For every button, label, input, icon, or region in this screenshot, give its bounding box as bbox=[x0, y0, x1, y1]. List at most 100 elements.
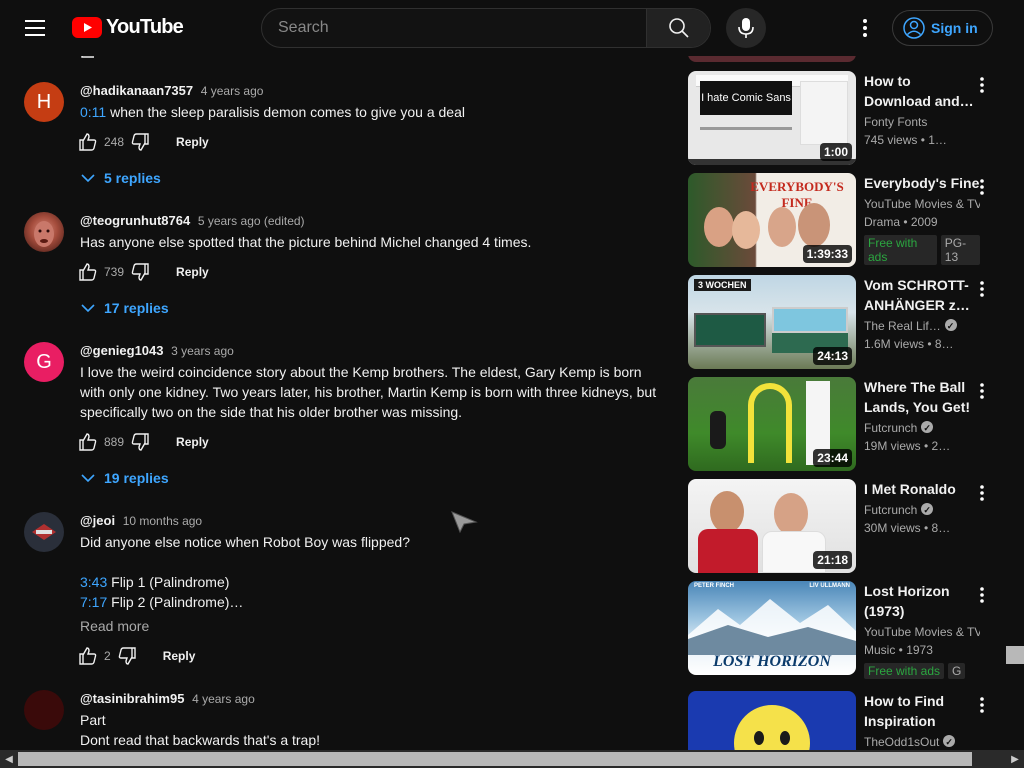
comment-author[interactable]: @tasinibrahim95 bbox=[80, 691, 184, 706]
avatar[interactable]: H bbox=[24, 82, 64, 122]
channel-name[interactable]: Futcrunch bbox=[864, 501, 980, 519]
comment-author[interactable]: @teogrunhut8764 bbox=[80, 213, 190, 228]
dislike-button[interactable] bbox=[124, 126, 156, 158]
video-action-menu[interactable] bbox=[970, 277, 994, 301]
video-card[interactable]: How to Find Inspiration TheOdd1sOut bbox=[688, 691, 1004, 750]
comment-text: Has anyone else spotted that the picture… bbox=[80, 234, 532, 250]
reply-button[interactable]: Reply bbox=[168, 257, 217, 287]
video-thumbnail[interactable]: 21:18 bbox=[688, 479, 856, 573]
settings-more-button[interactable] bbox=[845, 8, 885, 48]
clipped-action-row bbox=[80, 56, 100, 60]
video-action-menu[interactable] bbox=[970, 693, 994, 717]
comment-time[interactable]: 10 months ago bbox=[123, 514, 202, 528]
video-card[interactable]: 23:44 Where The Ball Lands, You Get! Fut… bbox=[688, 377, 1004, 471]
avatar[interactable] bbox=[24, 512, 64, 552]
like-button[interactable] bbox=[72, 256, 104, 288]
video-meta: 19M views • 2… bbox=[864, 439, 951, 453]
video-duration: 1:39:33 bbox=[802, 245, 852, 263]
voice-search-button[interactable] bbox=[726, 8, 766, 48]
video-thumbnail[interactable]: 23:44 bbox=[688, 377, 856, 471]
video-action-menu[interactable] bbox=[970, 583, 994, 607]
video-title[interactable]: How to Find Inspiration bbox=[864, 691, 980, 731]
search-box bbox=[261, 8, 711, 48]
video-thumbnail[interactable] bbox=[688, 56, 856, 62]
channel-name[interactable]: YouTube Movies & TV bbox=[864, 623, 980, 641]
like-button[interactable] bbox=[72, 126, 104, 158]
dislike-button[interactable] bbox=[124, 426, 156, 458]
horizontal-scrollbar[interactable]: ◀ ▶ bbox=[0, 750, 1024, 768]
video-card[interactable]: 3 WOCHEN 24:13 Vom SCHROTT-ANHÄNGER z… T… bbox=[688, 275, 1004, 369]
search-input[interactable] bbox=[262, 9, 646, 47]
view-replies-button[interactable]: 5 replies bbox=[80, 160, 664, 196]
video-title[interactable]: Lost Horizon (1973) bbox=[864, 581, 980, 621]
avatar[interactable] bbox=[24, 212, 64, 252]
thumbnail-caption: 3 WOCHEN bbox=[698, 280, 747, 290]
video-card[interactable]: EVERYBODY'S FINE 1:39:33 Everybody's Fin… bbox=[688, 173, 1004, 267]
comment-author[interactable]: @jeoi bbox=[80, 513, 115, 528]
channel-name[interactable]: TheOdd1sOut bbox=[864, 733, 980, 750]
view-replies-button[interactable]: 19 replies bbox=[80, 460, 664, 496]
scroll-left-arrow-icon[interactable]: ◀ bbox=[0, 750, 18, 768]
youtube-watch-page: YouTube Sign in H bbox=[0, 0, 1024, 768]
reply-button[interactable]: Reply bbox=[168, 127, 217, 157]
mountains-graphic bbox=[688, 599, 856, 655]
youtube-logo[interactable]: YouTube bbox=[72, 16, 184, 39]
video-action-menu[interactable] bbox=[970, 379, 994, 403]
comment-time[interactable]: 4 years ago bbox=[201, 84, 264, 98]
video-card[interactable]: PETER FINCH LIV ULLMANN LOST HORIZON Los… bbox=[688, 581, 1004, 679]
channel-name[interactable]: The Real Lif… bbox=[864, 317, 980, 335]
reply-button[interactable]: Reply bbox=[155, 641, 204, 671]
video-thumbnail[interactable]: 3 WOCHEN 24:13 bbox=[688, 275, 856, 369]
reply-button[interactable]: Reply bbox=[168, 427, 217, 457]
video-card[interactable]: 21:18 I Met Ronaldo Futcrunch 30M views … bbox=[688, 479, 1004, 573]
like-count: 889 bbox=[104, 435, 125, 449]
timestamp-link[interactable]: 0:11 bbox=[80, 104, 106, 120]
video-title[interactable]: I Met Ronaldo bbox=[864, 479, 980, 499]
like-count: 739 bbox=[104, 265, 125, 279]
video-action-menu[interactable] bbox=[970, 73, 994, 97]
video-title[interactable]: Where The Ball Lands, You Get! bbox=[864, 377, 980, 417]
channel-name-text: Futcrunch bbox=[864, 503, 918, 517]
thumbnail-caption: I hate Comic Sans bbox=[701, 92, 791, 104]
search-button[interactable] bbox=[646, 9, 710, 47]
video-title[interactable]: Vom SCHROTT-ANHÄNGER z… bbox=[864, 275, 980, 315]
comment-time[interactable]: 5 years ago (edited) bbox=[198, 214, 305, 228]
comment-time[interactable]: 4 years ago bbox=[192, 692, 255, 706]
timestamp-link[interactable]: 3:43 bbox=[80, 574, 107, 590]
menu-icon[interactable] bbox=[16, 8, 56, 48]
comment-author[interactable]: @genieg1043 bbox=[80, 343, 164, 358]
video-title[interactable]: Everybody's Fine bbox=[864, 173, 980, 193]
view-replies-button[interactable]: 17 replies bbox=[80, 290, 664, 326]
more-vert-icon bbox=[980, 281, 984, 297]
scroll-right-arrow-icon[interactable]: ▶ bbox=[1006, 750, 1024, 768]
channel-name[interactable]: YouTube Movies & TV bbox=[864, 195, 980, 213]
sign-in-button[interactable]: Sign in bbox=[892, 10, 993, 46]
video-action-menu[interactable] bbox=[970, 175, 994, 199]
like-icon[interactable] bbox=[80, 56, 100, 59]
video-thumbnail[interactable]: I hate Comic Sans 1:00 bbox=[688, 71, 856, 165]
comment-time[interactable]: 3 years ago bbox=[171, 344, 234, 358]
video-card[interactable]: I hate Comic Sans 1:00 How to Download a… bbox=[688, 71, 1004, 165]
dislike-button[interactable] bbox=[124, 256, 156, 288]
like-button[interactable] bbox=[72, 640, 104, 672]
video-thumbnail[interactable]: PETER FINCH LIV ULLMANN LOST HORIZON bbox=[688, 581, 856, 675]
channel-name-text: The Real Lif… bbox=[864, 319, 941, 333]
video-thumbnail[interactable] bbox=[688, 691, 856, 750]
like-button[interactable] bbox=[72, 426, 104, 458]
thumbs-up-icon bbox=[79, 433, 97, 451]
channel-name[interactable]: Futcrunch bbox=[864, 419, 980, 437]
dislike-button[interactable] bbox=[111, 640, 143, 672]
video-title[interactable]: How to Download and… bbox=[864, 71, 980, 111]
video-thumbnail[interactable]: EVERYBODY'S FINE 1:39:33 bbox=[688, 173, 856, 267]
jeoi-logo-avatar bbox=[32, 524, 56, 540]
timestamp-link[interactable]: 7:17 bbox=[80, 594, 107, 610]
read-more-button[interactable]: Read more bbox=[80, 616, 664, 636]
vertical-scrollbar-thumb[interactable] bbox=[1006, 646, 1024, 664]
video-action-menu[interactable] bbox=[970, 481, 994, 505]
comment-author[interactable]: @hadikanaan7357 bbox=[80, 83, 193, 98]
horizontal-scrollbar-thumb[interactable] bbox=[18, 752, 972, 766]
avatar[interactable]: G bbox=[24, 342, 64, 382]
video-meta: 30M views • 8… bbox=[864, 521, 951, 535]
avatar[interactable] bbox=[24, 690, 64, 730]
channel-name[interactable]: Fonty Fonts bbox=[864, 113, 980, 131]
